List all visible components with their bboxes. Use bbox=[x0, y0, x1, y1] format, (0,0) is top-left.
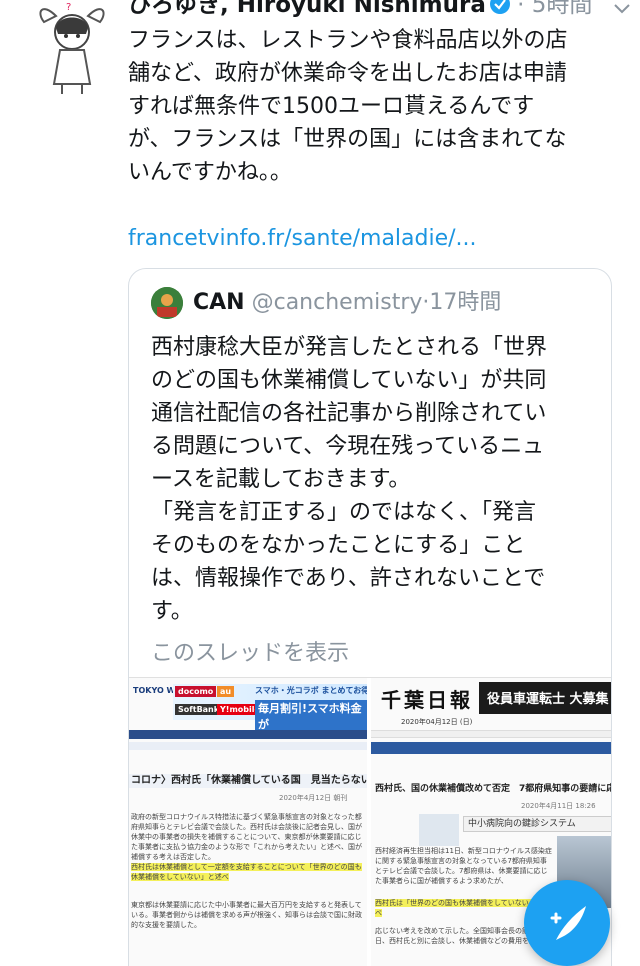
article-date: 2020年4月12日 朝刊 bbox=[279, 794, 348, 802]
article-paragraph: 政府の新型コロナウイルス特措法に基づく緊急事態宣言の対象となった都府県知事らとテ… bbox=[131, 813, 362, 861]
ad-promo: 毎月割引!スマホ料金が bbox=[255, 700, 367, 732]
quoted-body-line: ースを記載しておきます。 bbox=[151, 467, 411, 492]
ad-au: au bbox=[217, 686, 235, 697]
compose-tweet-button[interactable] bbox=[524, 880, 610, 966]
quoted-tweet-header: CAN @canchemistry·17時間 bbox=[151, 287, 501, 319]
tweet-body-line: いんですかね。。 bbox=[128, 160, 292, 185]
site-logo: 千葉日報 bbox=[381, 688, 473, 712]
quoted-body-line: す。 bbox=[151, 599, 193, 624]
quoted-tweet-body: 西村康稔大臣が発言したとされる「世界 のどの国も休業補償していない」が共同 通信… bbox=[151, 331, 601, 628]
tweet-header: ひろゆき, Hiroyuki Nishimura · 5時間 bbox=[128, 0, 628, 26]
tweet-body-line: が、フランスは「世界の国」には含まれてな bbox=[128, 127, 567, 152]
quoted-body-line: 「発言を訂正する」のではなく、「発言 bbox=[151, 500, 537, 525]
article-highlight: 西村氏は「世界のどの国も休業補償をしていない」と述べ bbox=[375, 899, 550, 917]
ad-docomo: docomo bbox=[175, 686, 217, 697]
ad-banner: 役員車運転士 大募集 bbox=[479, 682, 611, 714]
ad-banner: docomo au SoftBank Y!mobile スマホ・光コラボ まとめ… bbox=[173, 684, 369, 732]
tweet-time[interactable]: 5時間 bbox=[532, 0, 593, 18]
quoted-tweet-time: 17時間 bbox=[429, 290, 502, 315]
svg-text:?: ? bbox=[66, 2, 71, 13]
chevron-down-icon[interactable] bbox=[612, 0, 632, 19]
quoted-body-line: そのものをなかったことにする」こと bbox=[151, 533, 526, 558]
quoted-body-line: は、情報操作であり、許されないことで bbox=[151, 566, 546, 591]
site-nav[interactable] bbox=[371, 730, 611, 738]
ad-thumbnail bbox=[419, 814, 459, 846]
quoted-body-line: 西村康稔大臣が発言したとされる「世界 bbox=[151, 335, 548, 360]
tweet-link[interactable]: francetvinfo.fr/sante/maladie/... bbox=[128, 222, 477, 255]
quoted-body-line: る問題について、今現在残っているニュ bbox=[151, 434, 545, 459]
article-highlight: 西村氏は休業補償として一定額を支給することについて「世界のどの国も休業補償をして… bbox=[131, 863, 362, 881]
ad-softbank: SoftBank bbox=[175, 704, 223, 715]
tweet[interactable]: ? ひろゆき, Hiroyuki Nishimura · 5時間 フランスは、レ… bbox=[0, 0, 640, 966]
tweet-body-line: 舗など、政府が休業命令を出したお店は申請 bbox=[128, 61, 567, 86]
article-highlight-block: 西村氏は休業補償として一定額を支給することについて「世界のどの国も休業補償をして… bbox=[131, 862, 365, 882]
sub-nav[interactable] bbox=[371, 742, 611, 754]
author-name[interactable]: ひろゆき, Hiroyuki Nishimura bbox=[128, 0, 486, 18]
quoted-author-name[interactable]: CAN bbox=[193, 290, 245, 315]
page-date: 2020年04月12日 (日) bbox=[401, 718, 473, 726]
quoted-author-handle[interactable]: @canchemistry bbox=[252, 290, 423, 315]
quoted-body-line: のどの国も休業補償していない」が共同 bbox=[151, 368, 547, 393]
article-title: 西村氏、国の休業補償改めて否定 7都府県知事の要請に応じ bbox=[375, 784, 612, 794]
site-nav[interactable] bbox=[129, 730, 367, 739]
separator-dot: · bbox=[517, 0, 525, 18]
article-paragraph: 東京都は休業要請に応じた中小事業者に最大百万円を支給すると発表している。事業者側… bbox=[131, 901, 362, 929]
author-avatar[interactable]: ? bbox=[36, 0, 108, 96]
tweet-body-line: フランスは、レストランや食料品店以外の店 bbox=[128, 28, 568, 53]
article-datetime: 2020年4月11日 18:26 bbox=[521, 802, 596, 810]
ad-headline: スマホ・光コラボ まとめてお得な bbox=[255, 686, 369, 695]
article-paragraph: 西村経済再生担当相は11日、新型コロナウイルス感染症に関する緊急事態宣言の対象と… bbox=[375, 847, 552, 885]
sub-nav[interactable] bbox=[129, 742, 367, 750]
tweet-body: フランスは、レストランや食料品店以外の店 舗など、政府が休業命令を出したお店は申… bbox=[128, 24, 618, 189]
verified-badge-icon bbox=[489, 0, 510, 14]
show-thread-link[interactable]: このスレッドを表示 bbox=[151, 637, 349, 670]
quoted-tweet[interactable]: CAN @canchemistry·17時間 西村康稔大臣が発言したとされる「世… bbox=[128, 268, 612, 966]
compose-tweet-icon bbox=[550, 906, 586, 940]
quoted-author-avatar[interactable] bbox=[151, 287, 183, 319]
quoted-body-line: 通信社配信の各社記事から削除されてい bbox=[151, 401, 547, 426]
attached-image-tokyo-web[interactable]: TOKYO Web docomo au SoftBank Y!mobile スマ… bbox=[129, 678, 369, 966]
tweet-body-line: すれば無条件で1500ユーロ貰えるんです bbox=[128, 94, 535, 119]
article-title: コロナ〉西村氏「休業補償している国 見当たらない」 国による補償否定 bbox=[131, 775, 367, 786]
ad-system-box[interactable]: 中小病院向の鍵診システム bbox=[463, 816, 611, 832]
